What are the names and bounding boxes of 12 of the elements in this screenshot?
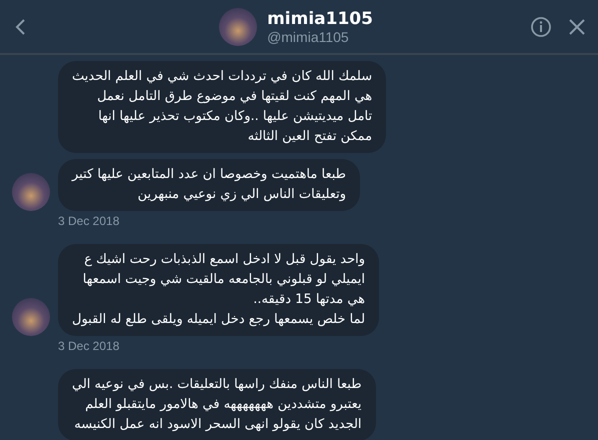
message-bubble: طبعا ماهتميت وخصوصا ان عدد المتابعين عليها كتير وتعليقات الناس الي زي نوعيي منبهرين <box>58 159 360 211</box>
sender-avatar <box>12 298 50 336</box>
sender-avatar <box>12 173 50 211</box>
message-bubble: طبعا الناس منفك راسها بالتعليقات .بس في نوعيه الي يعتبرو متشددين هههههههه في هالامور مايتقبلو العلم الجديد كان يقولو انهى السحر الاسود انه عمل الكنيسه <box>58 369 376 440</box>
contact-name: mimia1105 <box>267 8 373 28</box>
avatar <box>219 8 258 46</box>
message-bubble: سلمك الله كان في ترددات احدث شي في العلم الحديث هي المهم كنت لقيتها في موضوع طرق التامل نعمل تامل ميديتيشن عليها ..وكان مكتوب تحذير عليها انها ممكن تفتح العين الثالثه <box>58 61 386 153</box>
contact-handle: @mimia1105 <box>267 28 350 44</box>
message-bubble: واحد يقول قبل لا ادخل اسمع الذبذبات رحت اشيك ع ايميلي لو قبلوني بالجامعه مالقيت شي وجيت اسمعها هي مدتها 15 دقيقه.. لما خلص يسمعها رجع دخل ايميله ويلقى طلع له القبول <box>58 244 380 336</box>
info-icon[interactable] <box>530 16 552 38</box>
message-timestamp: 3 Dec 2018 <box>58 214 120 228</box>
message-timestamp: 3 Dec 2018 <box>58 339 120 353</box>
